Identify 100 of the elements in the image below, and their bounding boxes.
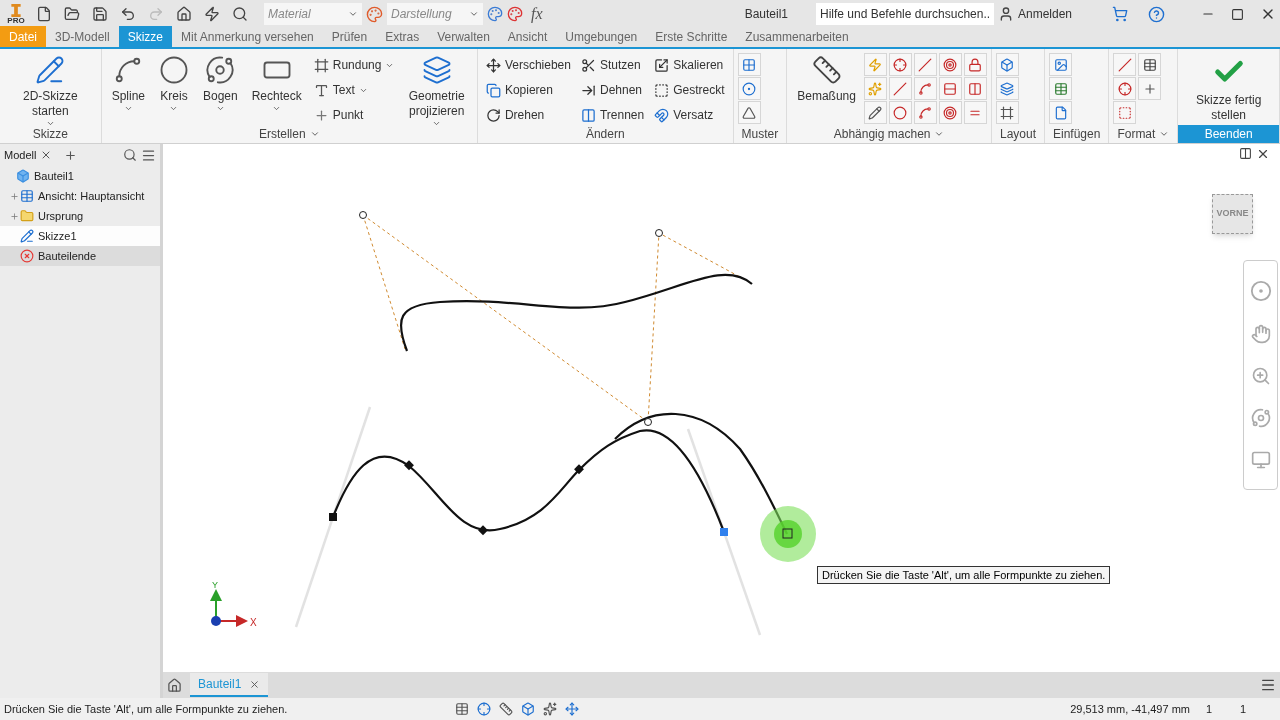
user-icon[interactable] (998, 6, 1014, 22)
status-tool-icon[interactable] (455, 702, 469, 716)
tool-button[interactable] (863, 101, 887, 124)
ribbon-button[interactable]: Geometrie projizieren (400, 51, 473, 129)
ribbon-tab[interactable]: Ansicht (498, 26, 557, 47)
panel-title[interactable]: Layout (991, 125, 1044, 143)
tool-button[interactable] (737, 77, 761, 100)
ribbon-button[interactable]: Trennen (576, 103, 649, 127)
tool-button[interactable] (938, 53, 962, 76)
ribbon-button[interactable]: Rundung (309, 53, 399, 77)
status-tool-icon[interactable] (565, 702, 579, 716)
home-icon[interactable] (176, 6, 192, 22)
ribbon-button[interactable]: Kreis (153, 51, 195, 129)
ribbon-tab[interactable]: Erste Schritte (646, 26, 737, 47)
function-button[interactable]: fx (527, 2, 547, 26)
ribbon-tab[interactable]: Umgebungen (556, 26, 647, 47)
fit-point[interactable] (404, 460, 414, 471)
fit-point[interactable] (644, 418, 652, 426)
ribbon-tab[interactable]: Mit Anmerkung versehen (172, 26, 323, 47)
tool-button[interactable] (1049, 77, 1072, 100)
ribbon-button[interactable]: Bogen (197, 51, 244, 129)
palette-icon[interactable] (487, 6, 503, 22)
ribbon-tab[interactable]: Prüfen (322, 26, 377, 47)
tree-item[interactable]: Skizze1 (0, 226, 160, 246)
tool-button[interactable] (963, 101, 987, 124)
tool-button[interactable] (1049, 53, 1072, 76)
palette-icon[interactable] (507, 6, 523, 22)
search-field[interactable]: Hilfe und Befehle durchsuchen.. (816, 3, 994, 25)
search-icon[interactable] (123, 148, 137, 162)
tree-item[interactable]: Bauteilende (0, 246, 160, 266)
fit-point[interactable] (574, 464, 584, 475)
ribbon-button[interactable]: Verschieben (481, 53, 575, 77)
status-tool-icon[interactable] (477, 702, 491, 716)
new-file-icon[interactable] (36, 6, 52, 22)
tool-button[interactable] (913, 77, 937, 100)
save-icon[interactable] (92, 6, 108, 22)
tool-button[interactable] (963, 53, 987, 76)
fit-point[interactable] (359, 211, 367, 219)
layout-icon[interactable] (1239, 147, 1252, 160)
ribbon-button[interactable]: Text (309, 78, 399, 102)
tool-button[interactable] (995, 77, 1019, 100)
tool-button[interactable] (1049, 101, 1072, 124)
tool-button[interactable] (737, 101, 761, 124)
spline-curve[interactable] (332, 429, 726, 533)
tool-button[interactable] (1113, 101, 1137, 124)
menu-icon[interactable] (141, 147, 156, 163)
panel-title[interactable]: Format (1109, 125, 1178, 143)
expand-icon[interactable] (9, 211, 19, 221)
maximize-icon[interactable] (1231, 7, 1244, 21)
tool-button[interactable] (888, 101, 912, 124)
tool-button[interactable] (1113, 77, 1137, 100)
tool-button[interactable] (888, 77, 912, 100)
tool-button[interactable] (913, 53, 937, 76)
ribbon-button[interactable]: Punkt (309, 103, 399, 127)
menu-icon[interactable] (1260, 677, 1276, 693)
tool-button[interactable] (1113, 53, 1137, 76)
help-icon[interactable] (1148, 5, 1165, 23)
tool-button[interactable] (1138, 53, 1162, 76)
ribbon-button[interactable]: Gestreckt (650, 78, 729, 102)
sign-in-link[interactable]: Anmelden (1018, 5, 1108, 23)
fit-point[interactable] (655, 229, 663, 237)
ribbon-tab[interactable]: Zusammenarbeiten (736, 26, 858, 47)
tree-item[interactable]: Ursprung (0, 206, 160, 226)
tool-button[interactable] (888, 53, 912, 76)
tool-button[interactable] (938, 101, 962, 124)
close-icon[interactable] (249, 678, 261, 690)
ribbon-tab[interactable]: Verwalten (428, 26, 499, 47)
app-logo[interactable]: PRO (4, 3, 28, 25)
ribbon-button[interactable]: Versatz (650, 103, 729, 127)
browser-tab[interactable]: Modell (4, 146, 37, 164)
ribbon-button[interactable]: Spline (105, 51, 151, 129)
sketch-canvas[interactable]: Y X Drücken Sie die Taste 'Alt', um alle Formpunkte zu ziehen. VORNE (163, 144, 1280, 672)
ribbon-button[interactable]: Drehen (481, 103, 575, 127)
close-icon[interactable] (1256, 147, 1270, 161)
home-icon[interactable] (167, 677, 182, 693)
palette-icon[interactable] (366, 5, 383, 23)
tree-item[interactable]: Bauteil1 (0, 166, 160, 186)
tool-button[interactable] (913, 101, 937, 124)
undo-icon[interactable] (120, 6, 136, 22)
add-icon[interactable] (64, 148, 78, 162)
fit-point[interactable] (478, 525, 488, 536)
panel-title[interactable]: Muster (733, 125, 787, 143)
ribbon-tab[interactable]: 3D-Modell (46, 26, 119, 47)
tool-button[interactable] (995, 53, 1019, 76)
spline-curve[interactable] (399, 273, 753, 352)
tool-button[interactable] (938, 77, 962, 100)
ribbon-button[interactable]: Stutzen (576, 53, 649, 77)
open-icon[interactable] (64, 6, 80, 22)
ribbon-button[interactable]: Skalieren (650, 53, 729, 77)
ribbon-tab[interactable]: Extras (376, 26, 429, 47)
tree-item[interactable]: Ansicht: Hauptansicht (0, 186, 160, 206)
ribbon-button[interactable]: Dehnen (576, 78, 649, 102)
panel-title[interactable]: Einfügen (1045, 125, 1109, 143)
status-tool-icon[interactable] (521, 702, 535, 716)
status-tool-icon[interactable] (543, 702, 557, 716)
tool-button[interactable] (995, 101, 1019, 124)
panel-title[interactable]: Ändern (577, 125, 633, 143)
status-tool-icon[interactable] (499, 702, 513, 716)
tool-button[interactable] (963, 77, 987, 100)
ribbon-button[interactable]: Kopieren (481, 78, 575, 102)
